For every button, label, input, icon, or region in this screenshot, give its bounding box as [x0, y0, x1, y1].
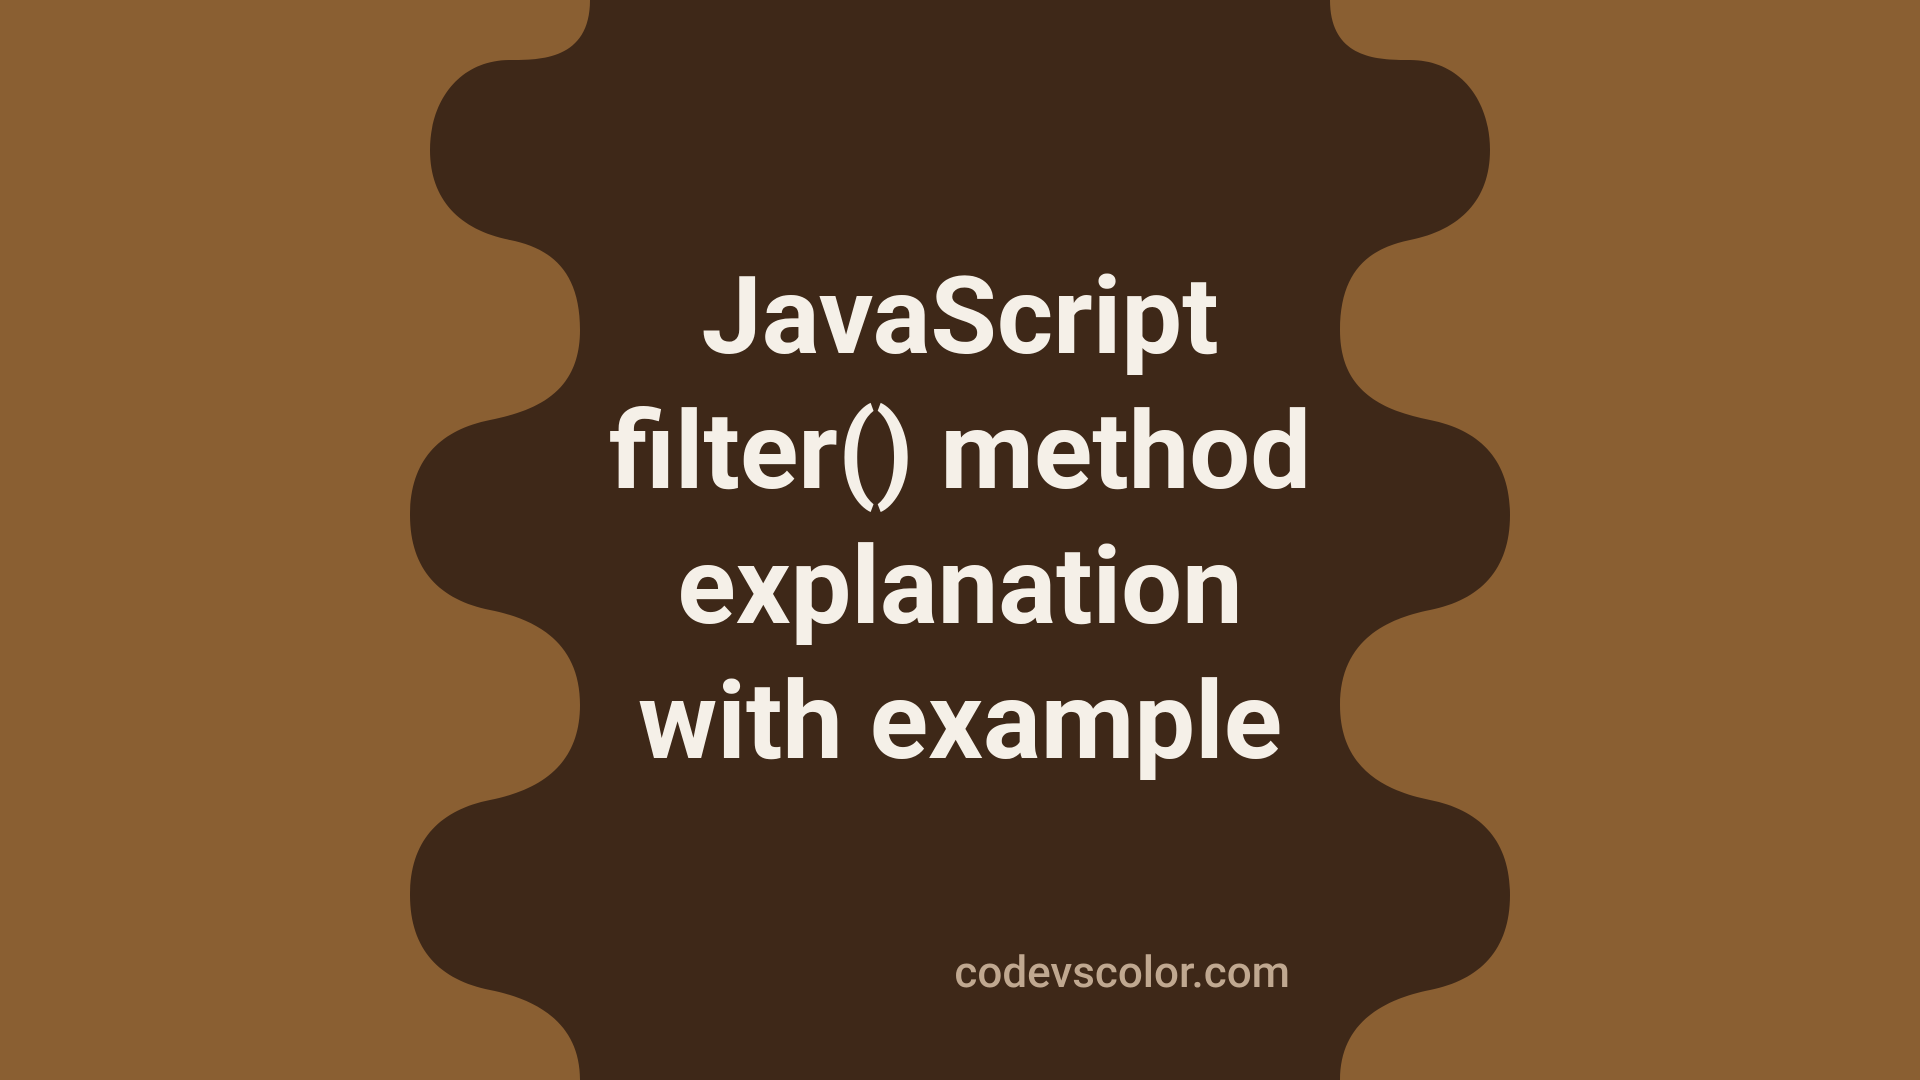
title-line-4: with example	[638, 659, 1282, 785]
title-line-2: filter() method	[609, 389, 1311, 515]
main-content: JavaScript filter() method explanation w…	[0, 0, 1920, 1080]
page-title: JavaScript filter() method explanation w…	[609, 250, 1311, 790]
title-line-1: JavaScript	[701, 254, 1218, 380]
site-label: codevscolor.com	[954, 946, 1290, 998]
title-line-3: explanation	[677, 524, 1242, 650]
